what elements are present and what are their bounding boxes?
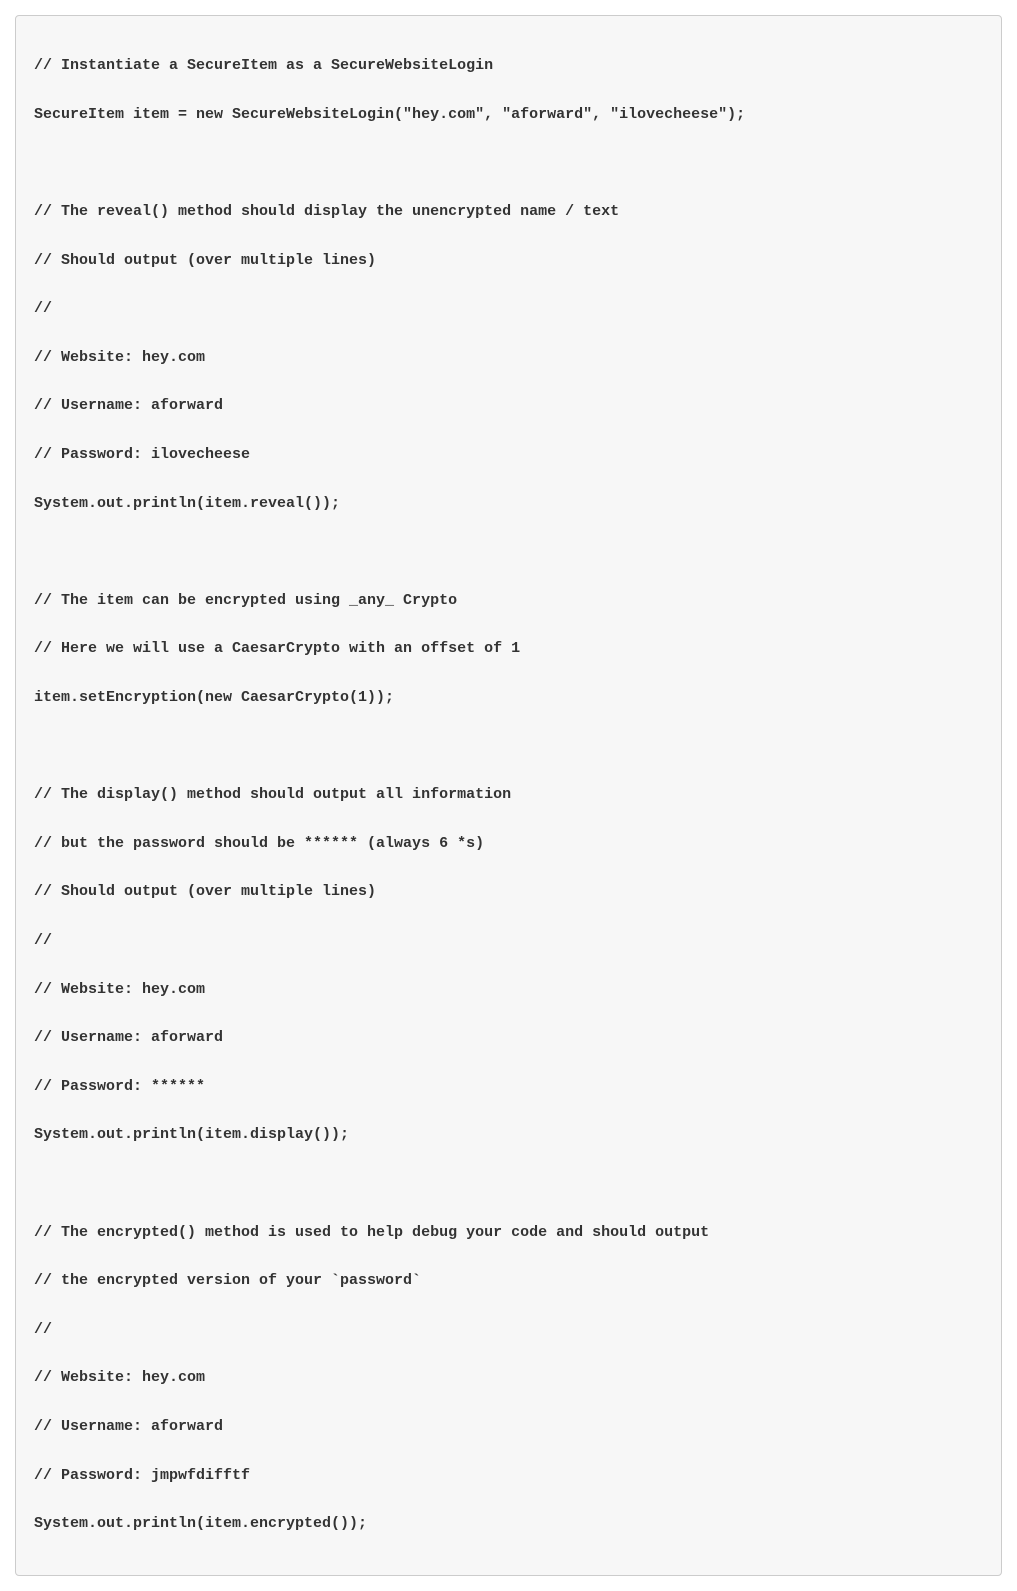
code-line bbox=[34, 735, 983, 759]
code-line: // Here we will use a CaesarCrypto with … bbox=[34, 637, 983, 661]
code-line: // Should output (over multiple lines) bbox=[34, 249, 983, 273]
code-line: // bbox=[34, 929, 983, 953]
code-line: // Website: hey.com bbox=[34, 346, 983, 370]
code-line: // Username: aforward bbox=[34, 1415, 983, 1439]
code-line: // The reveal() method should display th… bbox=[34, 200, 983, 224]
code-line: System.out.println(item.reveal()); bbox=[34, 492, 983, 516]
code-line: // Password: jmpwfdifftf bbox=[34, 1464, 983, 1488]
code-line: SecureItem item = new SecureWebsiteLogin… bbox=[34, 103, 983, 127]
code-line: // Should output (over multiple lines) bbox=[34, 880, 983, 904]
code-line: // The item can be encrypted using _any_… bbox=[34, 589, 983, 613]
code-line: // Website: hey.com bbox=[34, 1366, 983, 1390]
code-line: // but the password should be ****** (al… bbox=[34, 832, 983, 856]
code-line: // Password: ****** bbox=[34, 1075, 983, 1099]
code-line: // Instantiate a SecureItem as a SecureW… bbox=[34, 54, 983, 78]
code-line: // bbox=[34, 297, 983, 321]
code-line: // Username: aforward bbox=[34, 394, 983, 418]
code-line: System.out.println(item.encrypted()); bbox=[34, 1512, 983, 1536]
code-line: // the encrypted version of your `passwo… bbox=[34, 1269, 983, 1293]
code-line: item.setEncryption(new CaesarCrypto(1)); bbox=[34, 686, 983, 710]
code-line: // The display() method should output al… bbox=[34, 783, 983, 807]
code-line: // bbox=[34, 1318, 983, 1342]
code-line bbox=[34, 1172, 983, 1196]
code-line: // Password: ilovecheese bbox=[34, 443, 983, 467]
code-line: // Website: hey.com bbox=[34, 978, 983, 1002]
code-line bbox=[34, 540, 983, 564]
code-line: System.out.println(item.display()); bbox=[34, 1123, 983, 1147]
code-line: // Username: aforward bbox=[34, 1026, 983, 1050]
code-block: // Instantiate a SecureItem as a SecureW… bbox=[15, 15, 1002, 1576]
code-line bbox=[34, 151, 983, 175]
code-line: // The encrypted() method is used to hel… bbox=[34, 1221, 983, 1245]
